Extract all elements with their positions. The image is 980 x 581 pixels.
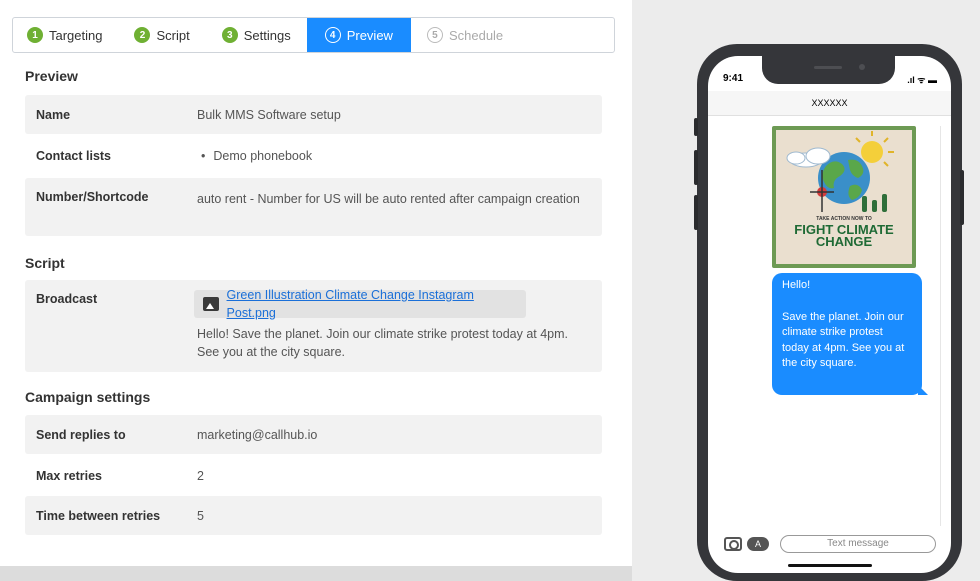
broadcast-message-line: Hello! Save the planet. Join our climate… xyxy=(197,327,569,341)
row-label: Max retries xyxy=(36,468,103,483)
row-value: Bulk MMS Software setup xyxy=(197,107,341,122)
tab-preview[interactable]: 4 Preview xyxy=(306,18,411,52)
step-number: 2 xyxy=(134,27,151,43)
step-number: 1 xyxy=(27,27,43,43)
mms-image-attachment[interactable]: TAKE ACTION NOW TO FIGHT CLIMATE CHANGE xyxy=(772,126,916,268)
message-composer: A Text message xyxy=(724,534,936,554)
app-store-icon[interactable]: A xyxy=(747,537,769,551)
speaker xyxy=(814,66,842,69)
status-time: 9:41 xyxy=(723,73,744,84)
tab-settings[interactable]: 3 Settings xyxy=(206,18,307,52)
row-value: Green Illustration Climate Change Instag… xyxy=(194,288,602,372)
row-label: Name xyxy=(36,107,71,122)
wizard-steps: 1 Targeting 2 Script 3 Settings 4 Previe… xyxy=(12,17,615,53)
row-value: 2 xyxy=(197,468,204,483)
attachment-link[interactable]: Green Illustration Climate Change Instag… xyxy=(227,286,518,322)
step-label: Settings xyxy=(243,27,291,43)
step-label: Preview xyxy=(346,27,393,43)
step-label: Schedule xyxy=(448,27,504,43)
row-max-retries: Max retries 2 xyxy=(25,456,602,495)
home-indicator xyxy=(788,564,872,567)
phone-mute-switch xyxy=(694,118,698,136)
section-title-preview: Preview xyxy=(25,68,78,84)
section-title-script: Script xyxy=(25,255,65,271)
phone-power-button xyxy=(960,170,964,225)
tab-targeting[interactable]: 1 Targeting xyxy=(13,18,118,52)
thread-divider xyxy=(940,126,941,526)
message-bubble: Hello! Save the planet. Join our climate… xyxy=(772,273,928,395)
horizontal-scrollbar[interactable] xyxy=(0,566,632,581)
bubble-tail xyxy=(918,385,928,395)
row-label: Broadcast xyxy=(36,292,98,306)
bullet: • xyxy=(201,149,206,163)
row-label: Time between retries xyxy=(36,508,161,523)
phone-notch xyxy=(762,56,895,84)
section-title-campaign-settings: Campaign settings xyxy=(25,389,151,405)
row-label: Contact lists xyxy=(36,149,112,163)
row-value: 5 xyxy=(197,508,204,523)
step-label: Targeting xyxy=(49,27,103,43)
status-icons: .ıl ᯤ ▬ xyxy=(907,75,937,85)
row-number-shortcode: Number/Shortcode auto rent - Number for … xyxy=(25,178,602,236)
row-value: auto rent - Number for US will be auto r… xyxy=(197,192,580,206)
front-camera xyxy=(859,64,865,70)
row-value: • Demo phonebook xyxy=(197,147,602,165)
phone-volume-down xyxy=(694,195,698,230)
step-label: Script xyxy=(156,27,190,43)
row-label: Send replies to xyxy=(36,427,126,442)
broadcast-message-line: See you at the city square. xyxy=(197,345,346,359)
tab-schedule[interactable]: 5 Schedule xyxy=(411,18,519,52)
step-number: 3 xyxy=(221,27,238,43)
tab-script[interactable]: 2 Script xyxy=(118,18,205,52)
row-contact-lists: Contact lists • Demo phonebook xyxy=(25,136,602,176)
phone-volume-up xyxy=(694,150,698,185)
text-message-input[interactable]: Text message xyxy=(780,535,936,553)
row-broadcast: Broadcast Green Illustration Climate Cha… xyxy=(25,280,602,372)
contact-list-item: Demo phonebook xyxy=(213,149,313,163)
row-value: marketing@callhub.io xyxy=(197,427,318,442)
step-number: 4 xyxy=(324,27,341,43)
climate-illustration xyxy=(786,131,894,212)
row-name: Name Bulk MMS Software setup xyxy=(25,95,602,134)
step-number: 5 xyxy=(426,27,443,43)
image-icon xyxy=(203,297,219,311)
row-send-replies: Send replies to marketing@callhub.io xyxy=(25,415,602,454)
attachment-chip[interactable]: Green Illustration Climate Change Instag… xyxy=(194,288,526,320)
phone-screen: 9:41 .ıl ᯤ ▬ XXXXXX TAKE ACTION NOW TO F… xyxy=(708,56,951,573)
conversation-header: XXXXXX xyxy=(708,91,951,116)
message-body: Save the planet. Join our climate strike… xyxy=(782,310,905,370)
poster-headline: FIGHT CLIMATE CHANGE xyxy=(794,222,894,249)
row-time-between-retries: Time between retries 5 xyxy=(25,496,602,535)
camera-icon[interactable] xyxy=(724,537,742,551)
message-greeting: Hello! xyxy=(782,279,811,291)
row-label: Number/Shortcode xyxy=(36,190,149,204)
